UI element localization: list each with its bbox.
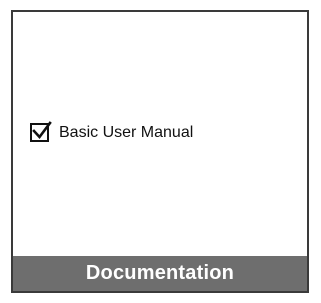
panel-content: Basic User Manual	[13, 12, 307, 259]
basic-user-manual-label: Basic User Manual	[59, 124, 194, 141]
basic-user-manual-checkbox[interactable]	[30, 121, 52, 142]
documentation-panel: Basic User Manual Documentation	[11, 10, 309, 293]
footer-title: Documentation	[85, 262, 235, 284]
basic-user-manual-option[interactable]: Basic User Manual	[30, 121, 194, 142]
documentation-footer: Documentation	[13, 256, 307, 291]
checkmark-icon	[32, 121, 52, 140]
